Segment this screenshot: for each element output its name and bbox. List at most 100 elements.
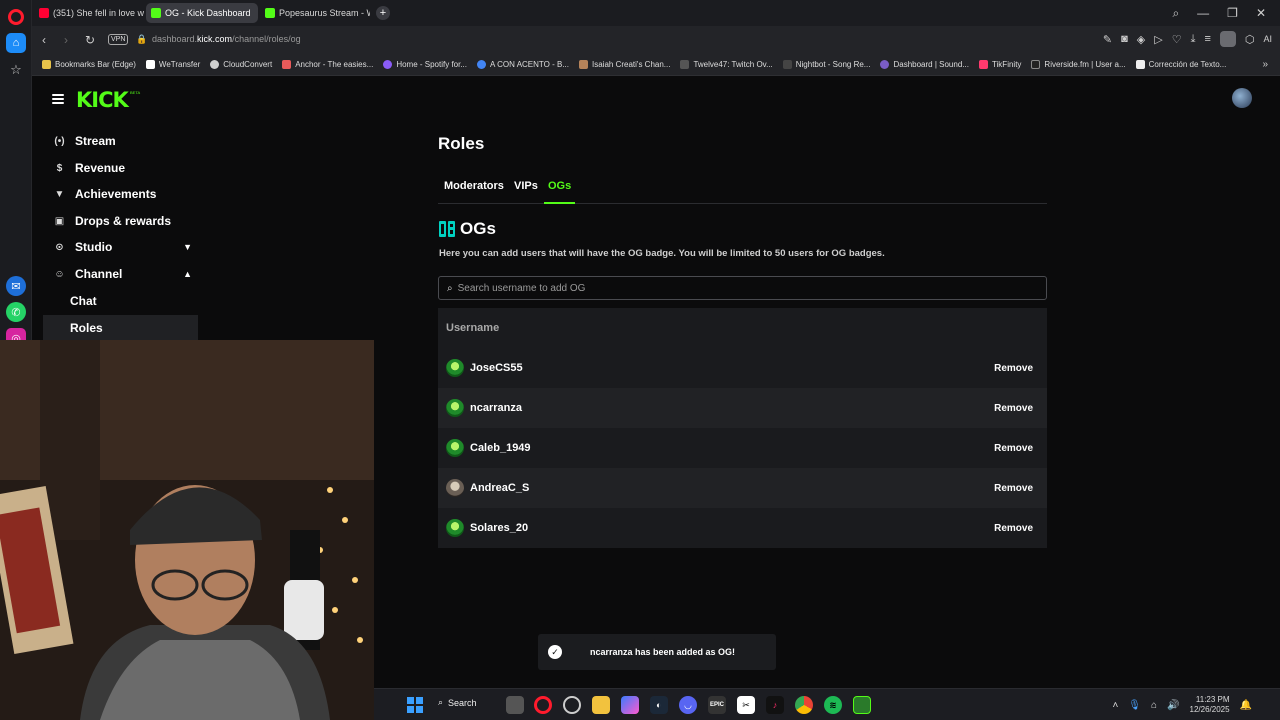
chrome-icon[interactable] (795, 696, 813, 714)
spotify-podcasters-icon (383, 60, 393, 69)
lock-icon: 🔒 (136, 34, 148, 44)
bookmark-item[interactable]: Corrección de Texto... (1135, 60, 1226, 69)
obs-icon[interactable] (563, 696, 581, 714)
og-badge-icon (439, 221, 455, 237)
bookmark-item[interactable]: Nightbot - Song Re... (782, 60, 870, 69)
taskbar-search[interactable]: ⌕ Search (438, 697, 477, 708)
bookmark-item[interactable]: WeTransfer (145, 60, 200, 69)
bookmark-label: CloudConvert (223, 60, 273, 69)
hamburger-menu-icon[interactable] (52, 94, 64, 104)
new-tab-button[interactable]: + (376, 6, 390, 20)
bookmark-item[interactable]: TikFinity (978, 60, 1021, 69)
bookmark-item[interactable]: Dashboard | Sound... (880, 60, 969, 69)
browser-tab-kick-dashboard[interactable]: OG - Kick Dashboard (146, 3, 258, 23)
discord-icon[interactable]: ◡ (679, 696, 697, 714)
whatsapp-icon[interactable]: ✆ (6, 302, 26, 322)
sidebar-item-channel[interactable]: ☺ Channel ▲ (48, 261, 198, 287)
remove-button[interactable]: Remove (988, 398, 1039, 418)
kick-app-icon[interactable] (853, 696, 871, 714)
kick-logo[interactable]: KICK (76, 88, 129, 112)
clock[interactable]: 11:23 PM 12/26/2025 (1190, 695, 1230, 715)
sidebar-item-stream[interactable]: (•) Stream (48, 128, 198, 154)
copilot-icon[interactable] (621, 696, 639, 714)
username: ncarranza (470, 402, 522, 414)
profile-avatar[interactable] (1219, 31, 1236, 47)
tab-ogs[interactable]: OGs (544, 180, 576, 204)
opera-icon[interactable] (534, 696, 552, 714)
edit-icon[interactable]: ✎ (1103, 33, 1112, 46)
back-icon[interactable]: ‹ (42, 33, 46, 47)
sidebar-subitem-roles[interactable]: Roles (43, 315, 198, 341)
kick-favicon-icon (151, 8, 161, 18)
capcut-icon[interactable]: ✂ (737, 696, 755, 714)
bookmark-label: Twelve47: Twitch Ov... (693, 60, 773, 69)
sidebar-item-studio[interactable]: ⊙ Studio ▼ (48, 234, 198, 260)
bookmarks-overflow-icon[interactable]: » (1262, 59, 1268, 70)
bookmark-item[interactable]: CloudConvert (210, 60, 272, 69)
play-icon[interactable]: ▷ (1154, 33, 1162, 46)
remove-button[interactable]: Remove (988, 478, 1039, 498)
heart-icon[interactable]: ♡ (1172, 33, 1182, 46)
epic-games-icon[interactable]: EPIC (708, 696, 726, 714)
ai-button[interactable]: AI (1263, 34, 1272, 44)
column-header-username: Username (446, 322, 500, 334)
forward-icon[interactable]: › (64, 33, 68, 47)
minimize-icon[interactable]: — (1197, 6, 1209, 20)
vpn-badge[interactable]: VPN (108, 34, 129, 45)
network-icon[interactable]: ⌂ (1151, 700, 1157, 711)
shield-icon[interactable]: ◈ (1137, 33, 1145, 46)
opera-logo-icon[interactable] (8, 9, 24, 25)
url-field[interactable]: dashboard.kick.com/channel/roles/og (152, 34, 301, 44)
bookmark-item[interactable]: Isaiah Creati's Chan... (579, 60, 670, 69)
reload-icon[interactable]: ↻ (85, 33, 95, 47)
sidebar-item-drops[interactable]: ▣ Drops & rewards (48, 208, 198, 234)
bookmark-item[interactable]: Home - Spotify for... (383, 60, 467, 69)
sidebar-item-revenue[interactable]: $ Revenue (48, 155, 198, 181)
remove-button[interactable]: Remove (988, 358, 1039, 378)
menu-icon[interactable]: ≡ (1204, 33, 1210, 45)
tab-moderators[interactable]: Moderators (444, 180, 504, 204)
bookmark-item[interactable]: Riverside.fm | User a... (1031, 60, 1126, 69)
browser-tab-youtube[interactable]: (351) She fell in love with (34, 3, 144, 23)
sidebar-item-achievements[interactable]: ▼ Achievements (48, 181, 198, 207)
toast-notification: ✓ ncarranza has been added as OG! (538, 634, 776, 670)
bookmark-item[interactable]: Bookmarks Bar (Edge) (42, 60, 136, 69)
tikfinity-icon (978, 60, 988, 69)
windows-start-icon[interactable] (406, 696, 424, 714)
tiktok-icon[interactable]: ♪ (766, 696, 784, 714)
microphone-icon[interactable]: 🎙 (1128, 700, 1141, 711)
bookmark-item[interactable]: Twelve47: Twitch Ov... (680, 60, 773, 69)
file-explorer-icon[interactable] (592, 696, 610, 714)
og-search-input[interactable] (457, 282, 1018, 294)
bookmark-item[interactable]: A CON ACENTO - B... (477, 60, 569, 69)
download-icon[interactable]: ⤓ (1191, 33, 1196, 46)
url-prefix: dashboard. (152, 34, 198, 44)
steam-icon[interactable]: ◐ (650, 696, 668, 714)
bookmark-item[interactable]: Anchor - The easies... (282, 60, 373, 69)
remove-button[interactable]: Remove (988, 518, 1039, 538)
task-view-icon[interactable] (506, 696, 524, 714)
close-icon[interactable]: ✕ (1256, 6, 1266, 20)
og-search-field[interactable]: ⌕ (438, 276, 1047, 300)
home-icon[interactable]: ⌂ (6, 33, 26, 53)
username: AndreaC_S (470, 482, 530, 494)
chevron-up-icon[interactable]: ˄ (1112, 700, 1118, 711)
username: Caleb_1949 (470, 442, 531, 454)
search-tabs-icon[interactable]: ⌕ (1172, 6, 1179, 21)
messenger-icon[interactable]: ✉ (6, 276, 26, 296)
sidebar-subitem-chat[interactable]: Chat (43, 288, 198, 314)
extensions-icon[interactable]: ⬡ (1245, 33, 1255, 46)
sidebar-item-label: Revenue (75, 161, 126, 175)
tab-vips[interactable]: VIPs (514, 180, 538, 204)
browser-tab-popesaurus[interactable]: Popesaurus Stream - Wat (260, 3, 370, 23)
volume-icon[interactable]: 🔊 (1167, 700, 1179, 711)
camera-icon[interactable]: ◙ (1121, 33, 1128, 45)
star-icon[interactable]: ☆ (6, 60, 26, 80)
webcam-overlay (0, 340, 374, 720)
remove-button[interactable]: Remove (988, 438, 1039, 458)
user-avatar[interactable] (1232, 88, 1252, 108)
maximize-icon[interactable]: ❐ (1227, 6, 1238, 20)
spotify-icon[interactable]: ≋ (824, 696, 842, 714)
section-title: OGs (460, 219, 496, 238)
notification-icon[interactable]: 🔔 (1240, 700, 1252, 711)
